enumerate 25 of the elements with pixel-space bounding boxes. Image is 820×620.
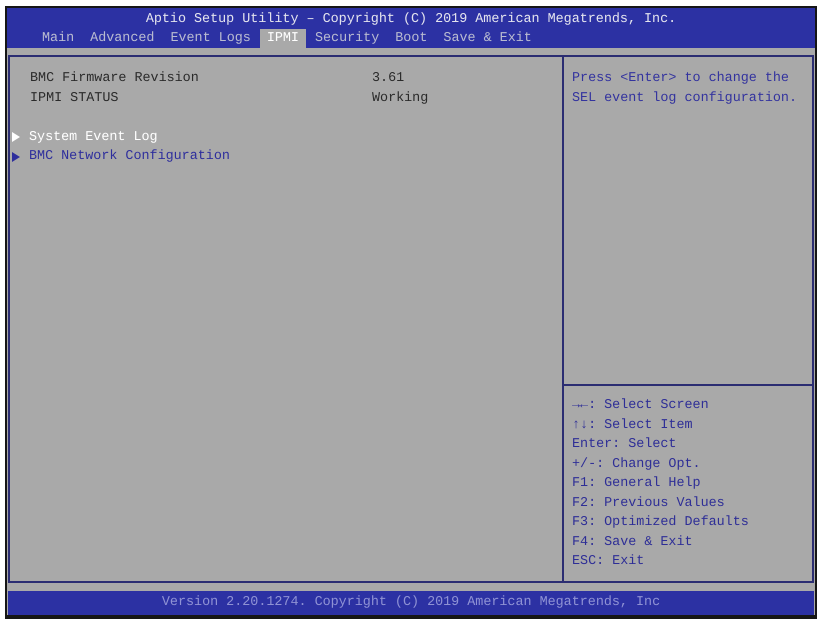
setting-label: BMC Firmware Revision <box>30 70 199 88</box>
key-hint: →←: Select Screen <box>572 397 709 415</box>
key-hint: ESC: Exit <box>572 553 644 571</box>
submenu-arrow-icon <box>12 152 20 162</box>
menu-tab[interactable]: Event Logs <box>163 29 258 48</box>
help-text: Press <Enter> to change the SEL event log configuration. <box>572 70 798 108</box>
setting-label: IPMI STATUS <box>30 90 118 108</box>
menu-tab[interactable]: Main <box>35 29 82 48</box>
submenu-arrow-icon <box>12 132 20 142</box>
menu-tab[interactable]: Save & Exit <box>436 29 539 48</box>
key-hint: +/-: Change Opt. <box>572 456 701 474</box>
key-hint: Enter: Select <box>572 436 676 454</box>
window-title: Aptio Setup Utility – Copyright (C) 2019 American Megatrends, Inc. <box>146 11 676 29</box>
key-hint: F3: Optimized Defaults <box>572 514 749 532</box>
setting-value: 3.61 <box>372 70 404 88</box>
key-hint: ↑↓: Select Item <box>572 416 693 434</box>
menu-tab[interactable]: Advanced <box>83 29 162 48</box>
menu-tab[interactable]: Boot <box>388 29 434 48</box>
menu-tab[interactable]: Security <box>308 29 386 48</box>
submenu-item[interactable]: BMC Network Configuration <box>10 147 234 166</box>
key-hint: F1: General Help <box>572 475 701 493</box>
key-hint: F4: Save & Exit <box>572 534 693 552</box>
key-hint: F2: Previous Values <box>572 494 725 512</box>
setting-value: Working <box>372 90 428 108</box>
version-text: Version 2.20.1274. Copyright (C) 2019 American Megatrends, Inc <box>162 594 660 612</box>
